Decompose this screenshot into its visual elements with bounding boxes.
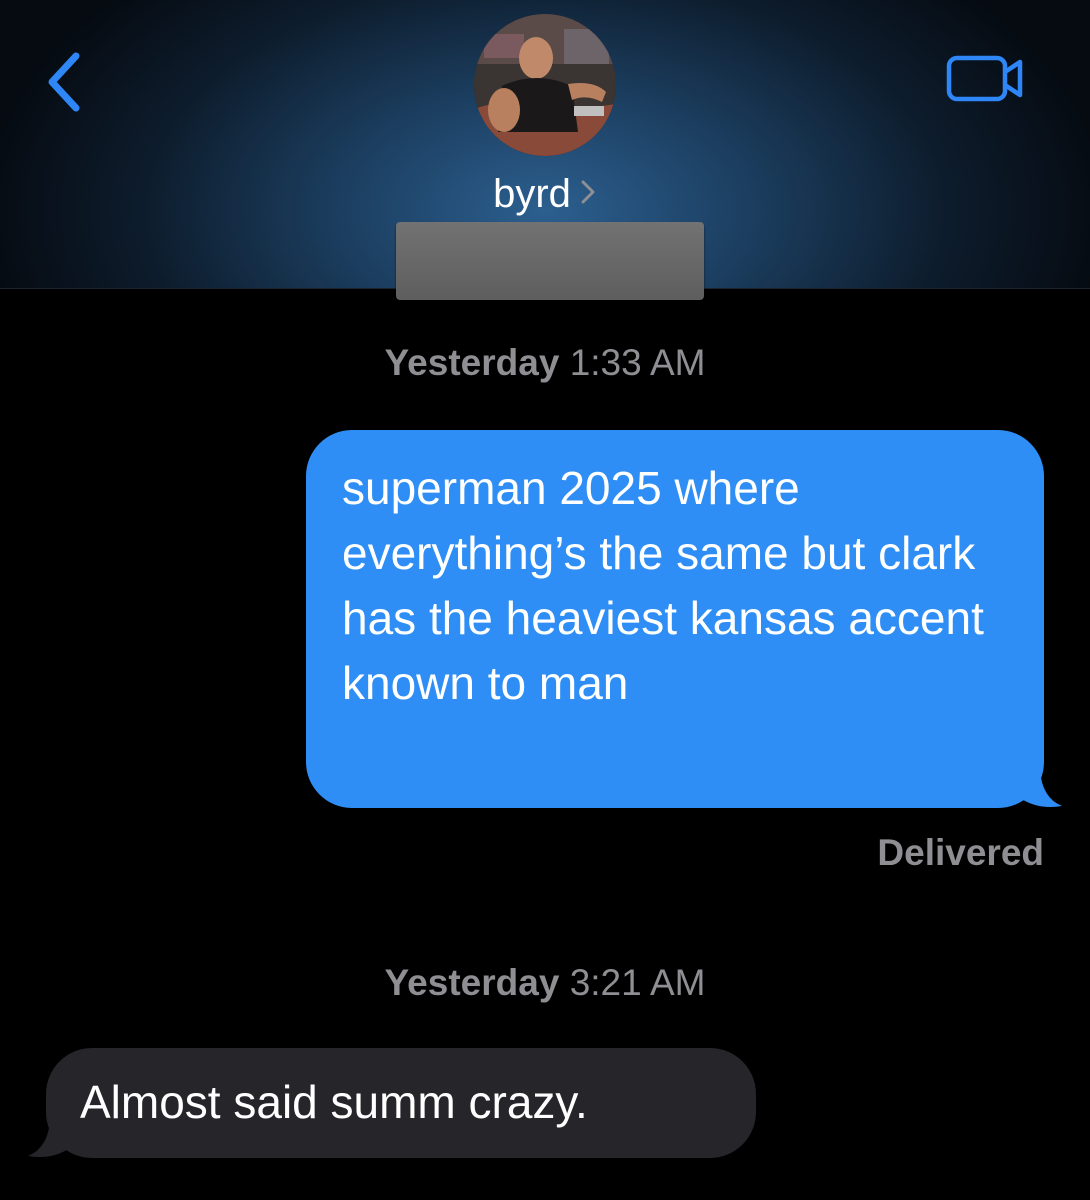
- chevron-left-icon: [48, 52, 80, 112]
- timestamp-time: 3:21 AM: [569, 962, 706, 1003]
- contact-name: byrd: [493, 172, 571, 216]
- outgoing-message-text: superman 2025 where everything’s the sam…: [342, 462, 984, 709]
- incoming-message-text: Almost said summ crazy.: [80, 1076, 588, 1128]
- timestamp-time: 1:33 AM: [569, 342, 706, 383]
- message-timestamp: Yesterday 3:21 AM: [0, 962, 1090, 1004]
- incoming-bubble-tail: [28, 1120, 80, 1157]
- message-timestamp: Yesterday 1:33 AM: [0, 342, 1090, 384]
- timestamp-day: Yesterday: [384, 962, 560, 1003]
- facetime-video-button[interactable]: [940, 50, 1030, 110]
- contact-avatar[interactable]: [474, 14, 616, 156]
- timestamp-day: Yesterday: [384, 342, 560, 383]
- contact-photo: [474, 14, 616, 156]
- chevron-right-icon: [579, 169, 597, 217]
- incoming-message-bubble[interactable]: Almost said summ crazy.: [46, 1048, 756, 1158]
- outgoing-bubble-tail: [1010, 770, 1062, 807]
- back-button[interactable]: [38, 44, 98, 116]
- delivery-status: Delivered: [877, 832, 1044, 873]
- redacted-block: [396, 222, 704, 300]
- outgoing-message-bubble[interactable]: superman 2025 where everything’s the sam…: [306, 430, 1044, 808]
- contact-name-button[interactable]: byrd: [0, 170, 1090, 218]
- video-camera-icon: [946, 55, 1023, 102]
